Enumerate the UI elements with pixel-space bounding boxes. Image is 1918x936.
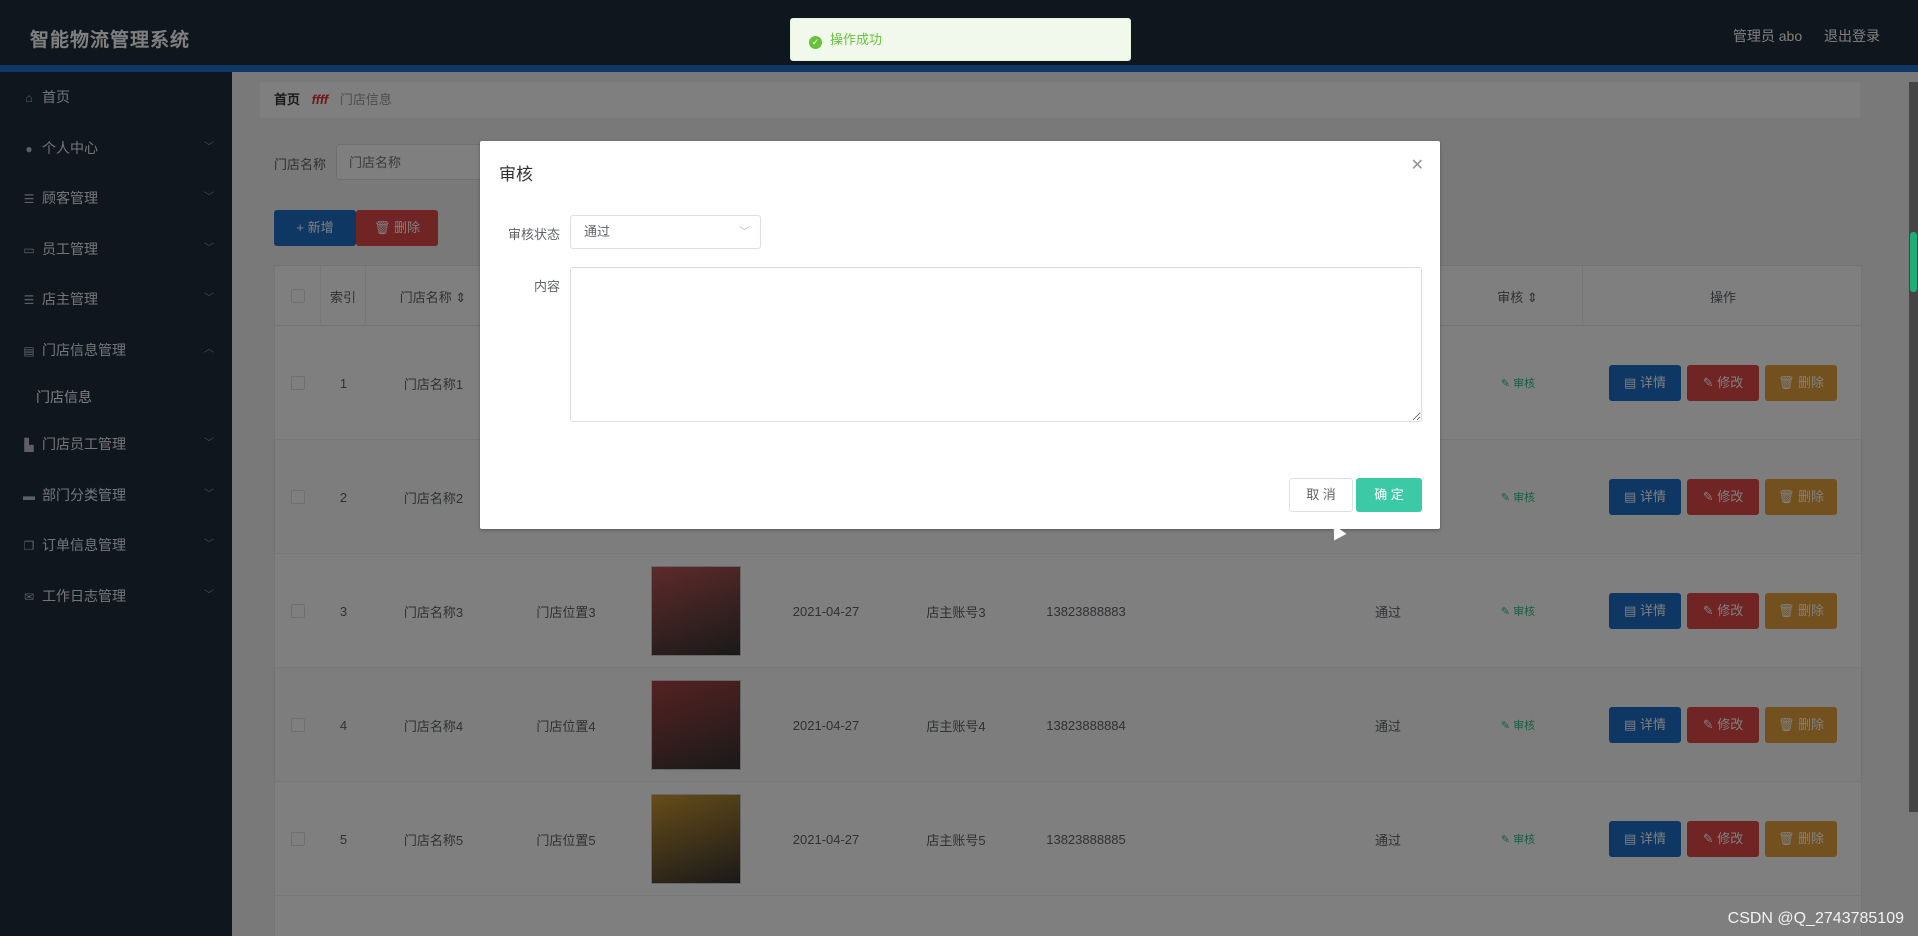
modal-overlay-sidebar — [0, 72, 232, 936]
status-label: 审核状态 — [507, 227, 560, 242]
content-label: 内容 — [533, 279, 560, 294]
dialog-title: 审核 — [499, 165, 533, 184]
audit-dialog: 审核 ✕ 审核状态 通过 ﹀ 内容 取 消 确 定 — [480, 141, 1440, 529]
confirm-button[interactable]: 确 定 — [1356, 478, 1422, 512]
status-select[interactable]: 通过 ﹀ — [570, 215, 761, 249]
content-textarea[interactable] — [570, 267, 1422, 422]
chevron-down-icon: ﹀ — [739, 226, 750, 238]
cancel-button[interactable]: 取 消 — [1289, 478, 1353, 512]
watermark: CSDN @Q_2743785109 — [1727, 910, 1904, 927]
success-toast: ✓ 操作成功 — [790, 18, 1131, 61]
check-circle-icon: ✓ — [809, 36, 822, 49]
app: 智能物流管理系统 管理员 abo 退出登录 ⌂首页 ●个人中心﹀ ☰顾客管理﹀ … — [0, 0, 1918, 936]
close-icon[interactable]: ✕ — [1411, 155, 1424, 175]
page-scrollbar[interactable] — [1909, 82, 1918, 812]
